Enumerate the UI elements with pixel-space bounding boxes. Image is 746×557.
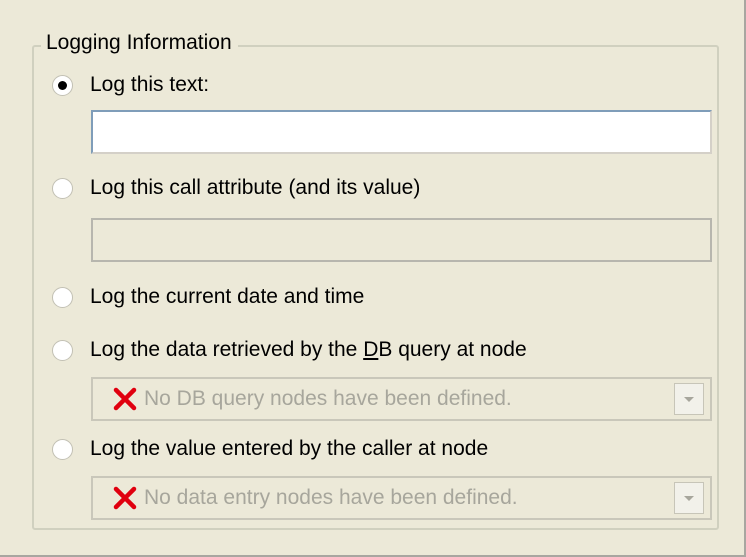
db-query-node-dropdown[interactable]: No DB query nodes have been defined. (91, 377, 712, 421)
dropdown-arrow-button[interactable] (674, 482, 704, 514)
radio-option-date-time[interactable]: Log the current date and time (52, 282, 364, 312)
label-part-2: B query at node (378, 338, 527, 361)
radio-button-log-text[interactable] (52, 74, 73, 96)
radio-label-caller-value: Log the value entered by the caller at n… (90, 437, 489, 460)
label-part-1: Log the data retrieved by the (90, 338, 364, 361)
radio-option-log-text[interactable]: Log this text: (52, 70, 209, 100)
log-text-input[interactable] (91, 110, 712, 154)
radio-button-date-time[interactable] (52, 286, 73, 308)
radio-button-call-attribute[interactable] (52, 177, 73, 199)
red-x-icon (113, 486, 137, 510)
groupbox-title: Logging Information (41, 30, 238, 56)
data-entry-node-dropdown[interactable]: No data entry nodes have been defined. (91, 476, 712, 520)
radio-label-date-time: Log the current date and time (90, 285, 365, 308)
chevron-down-icon (684, 495, 694, 501)
dropdown-value: No data entry nodes have been defined. (144, 486, 518, 509)
radio-option-db-query[interactable]: Log the data retrieved by the DB query a… (52, 335, 527, 365)
mnemonic-letter: D (363, 338, 379, 361)
radio-option-call-attribute[interactable]: Log this call attribute (and its value) (52, 173, 420, 203)
dropdown-value: No DB query nodes have been defined. (144, 387, 512, 410)
call-attribute-input[interactable] (91, 218, 712, 262)
radio-button-caller-value[interactable] (52, 438, 73, 460)
radio-label-db-query: Log the data retrieved by the DB query a… (90, 338, 527, 362)
radio-button-db-query[interactable] (52, 339, 73, 361)
radio-label-log-text: Log this text: (90, 73, 210, 96)
radio-option-caller-value[interactable]: Log the value entered by the caller at n… (52, 434, 488, 464)
chevron-down-icon (684, 396, 694, 402)
dropdown-arrow-button[interactable] (674, 383, 704, 415)
radio-label-call-attribute: Log this call attribute (and its value) (90, 176, 421, 199)
red-x-icon (113, 387, 137, 411)
